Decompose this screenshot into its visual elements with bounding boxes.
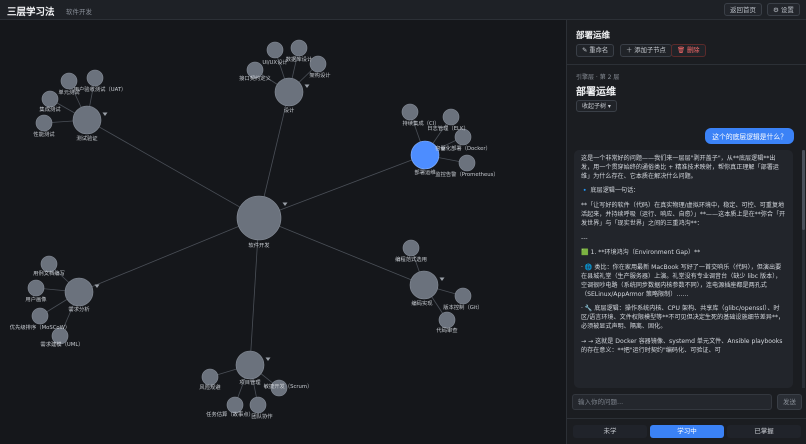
settings-button[interactable]: ⚙ 设置 (767, 3, 800, 16)
panel-divider (567, 64, 806, 65)
ai-paragraph: 这是一个非常好的问题——我们来一层层"剥开盖子"，从**底层逻辑**出发，用一个… (581, 155, 779, 180)
node-risk[interactable] (201, 368, 219, 386)
node-label-req: 需求分析 (68, 307, 90, 313)
node-label-uml: 需求建模（UML） (40, 342, 84, 348)
edge-root-deploy (258, 154, 426, 219)
ai-paragraph: --- (581, 234, 588, 242)
node-uiux[interactable] (266, 41, 284, 59)
back-home-button[interactable]: 返回首页 (724, 3, 762, 16)
node-detail-panel: 部署运维 ✎ 重命名 ＋ 添加子节点 🗑 删除 引擎层 · 第 2 层 部署运维… (566, 20, 806, 444)
topic-subtitle: 软件开发 (66, 8, 92, 16)
node-estimate[interactable] (226, 396, 244, 414)
node-prom[interactable] (458, 154, 476, 172)
node-label-style: 编程范式选用 (395, 257, 427, 263)
node-log[interactable] (442, 108, 460, 126)
node-label-risk: 风险规避 (199, 385, 221, 391)
expand-toggle-icon[interactable] (102, 112, 108, 117)
delete-button[interactable]: 🗑 删除 (671, 44, 706, 57)
add-child-button[interactable]: ＋ 添加子节点 (620, 44, 672, 57)
node-label-arch: 架构设计 (309, 73, 331, 79)
mind-map-canvas[interactable]: 软件开发 设计 UI/UX设计 数据库设计 架构设计 接口契约定义 测试验证 单元测试 用户验收… (0, 20, 566, 444)
node-label-review: 代码审查 (436, 328, 458, 334)
expand-toggle-icon[interactable] (439, 277, 445, 282)
node-label-scrum: 敏捷开发（Scrum） (263, 384, 313, 390)
learning-status-bar: 未学 学习中 已掌握 (567, 418, 806, 444)
node-pm[interactable] (235, 350, 265, 380)
node-label-moscow: 优先级排序（MoSCoW） (9, 325, 71, 331)
node-perf[interactable] (35, 114, 53, 132)
edge-root-req (78, 217, 260, 293)
node-label-usecase: 用例文档编写 (33, 271, 65, 277)
expand-toggle-icon[interactable] (282, 202, 288, 207)
expand-toggle-icon[interactable] (94, 284, 100, 289)
node-label-docker: 容器化部署（Docker） (435, 146, 491, 152)
node-label-root: 软件开发 (248, 243, 270, 249)
panel-title: 部署运维 (576, 31, 611, 41)
node-integ[interactable] (41, 90, 59, 108)
breadcrumb: 引擎层 · 第 2 层 (576, 74, 620, 81)
node-label-api: 接口契约定义 (239, 76, 271, 82)
node-label-persona: 用户画像 (25, 297, 47, 303)
send-button[interactable]: 发送 (777, 394, 802, 410)
node-req[interactable] (64, 277, 94, 307)
node-label-uat: 用户验收测试（UAT） (73, 87, 127, 93)
status-todo-button[interactable]: 未学 (573, 425, 647, 438)
node-label-design: 设计 (283, 108, 295, 114)
node-persona[interactable] (27, 279, 45, 297)
mind-map-graph[interactable] (0, 20, 566, 444)
node-ci[interactable] (401, 103, 419, 121)
node-uat[interactable] (86, 69, 104, 87)
status-learning-button[interactable]: 学习中 (650, 425, 724, 438)
edge-root-coding (258, 217, 425, 286)
node-label-estimate: 任务估算（故事点） (206, 412, 254, 418)
ai-paragraph: · 🌐 类比：你在家用最新 MacBook 写好了一首交响乐（代码），但演出要在… (581, 264, 782, 298)
expand-toggle-icon[interactable] (304, 84, 310, 89)
node-style[interactable] (402, 239, 420, 257)
ai-paragraph: · 🔧 底层逻辑：操作系统内核、CPU 架构、共享库（glibc/openssl… (581, 305, 785, 330)
edge-root-test (86, 119, 260, 219)
ai-paragraph: **「让写好的软件（代码）在真实物理/虚拟环境中，稳定、可控、可重复地活起来，并… (581, 202, 786, 227)
node-root[interactable] (236, 195, 282, 241)
node-db[interactable] (290, 39, 308, 57)
collapse-subtree-button[interactable]: 收起子树 ▾ (576, 100, 617, 112)
expand-toggle-icon[interactable] (265, 357, 271, 362)
ai-response: 这是一个非常好的问题——我们来一层层"剥开盖子"，从**底层逻辑**出发，用一个… (574, 150, 793, 388)
node-label-deploy: 部署运维 (414, 170, 436, 176)
node-moscow[interactable] (31, 307, 49, 325)
ai-paragraph: 🔹 底层逻辑一句话： (581, 187, 640, 195)
node-label-log: 日志管理（ELK） (427, 126, 469, 132)
status-mastered-button[interactable]: 已掌握 (727, 425, 801, 438)
node-label-uiux: UI/UX设计 (262, 60, 288, 66)
user-message: 这个的底层逻辑是什么？ (705, 128, 794, 144)
node-design[interactable] (274, 77, 304, 107)
node-label-perf: 性能测试 (33, 132, 55, 138)
node-test[interactable] (72, 105, 102, 135)
node-label-collab: 团队协作 (251, 414, 273, 420)
app-header: 三层学习法 软件开发 返回首页 ⚙ 设置 (0, 0, 806, 20)
node-title: 部署运维 (576, 87, 616, 98)
question-input[interactable] (573, 395, 771, 409)
ai-paragraph: → → 这就是 Docker 容器镜像、systemd 单元文件、Ansible… (581, 337, 783, 354)
node-label-db: 数据库设计 (285, 57, 313, 63)
node-label-git: 版本控制（Git） (443, 305, 483, 311)
app-title: 三层学习法 (7, 7, 55, 18)
node-label-pm: 项目管理 (239, 380, 261, 386)
node-git[interactable] (454, 287, 472, 305)
node-label-integ: 集成测试 (39, 107, 61, 113)
node-usecase[interactable] (40, 255, 58, 273)
node-review[interactable] (438, 311, 456, 329)
node-label-prom: 监控告警（Prometheus） (435, 172, 499, 178)
node-coding[interactable] (409, 270, 439, 300)
rename-button[interactable]: ✎ 重命名 (576, 44, 615, 57)
node-label-test: 测试验证 (76, 136, 98, 142)
node-label-coding: 编码实现 (411, 301, 433, 307)
question-input-box (572, 394, 772, 410)
node-collab[interactable] (249, 396, 267, 414)
ai-paragraph: 🟩 1. **环境鸿沟（Environment Gap）** (581, 249, 701, 257)
chat-scrollbar-thumb[interactable] (802, 150, 805, 230)
